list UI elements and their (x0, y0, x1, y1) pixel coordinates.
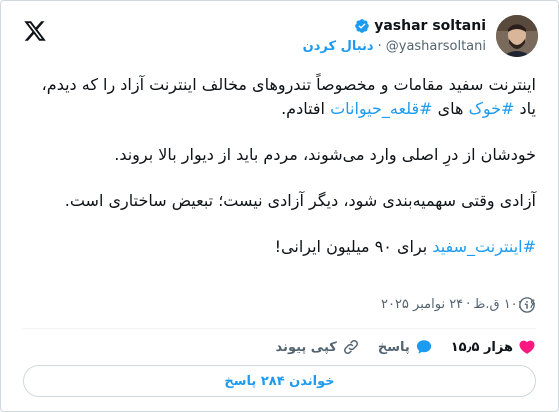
hashtag-link[interactable]: #اینترنت_سفید (432, 237, 536, 256)
tweet-timestamp[interactable]: ۱۰:۰۶ ق.ظ·۲۴ نوامبر ۲۰۲۵ (381, 297, 536, 312)
like-button[interactable]: ۱۵٫۵ هزار (451, 338, 536, 356)
info-icon[interactable] (518, 296, 536, 314)
tweet-text-segment: های (432, 99, 469, 118)
tweet-actions: ۱۵٫۵ هزار پاسخ کپی پیوند (276, 338, 536, 356)
tweet-date: ۲۴ نوامبر ۲۰۲۵ (380, 297, 464, 312)
author-display-name[interactable]: yashar soltani (374, 18, 486, 34)
tweet-text: اینترنت سفید مقامات و مخصوصاً تندروهای م… (21, 73, 536, 281)
copy-link-button[interactable]: کپی پیوند (276, 338, 360, 356)
author-name-row[interactable]: yashar soltani (354, 18, 486, 34)
x-logo-icon[interactable] (23, 19, 47, 43)
tweet-text-segment: افتادم. (281, 99, 331, 118)
follow-button[interactable]: دنبال کردن (303, 39, 374, 54)
reply-button[interactable]: پاسخ (378, 338, 433, 356)
tweet-text-segment: برای ۹۰ میلیون ایرانی! (274, 237, 433, 256)
author-handle[interactable]: @yasharsoltani (386, 39, 486, 54)
separator-dot: · (377, 39, 382, 54)
hashtag-link[interactable]: #خوک (469, 99, 515, 118)
tweet-card: yashar soltani @yasharsoltani · دنبال کر… (0, 0, 559, 412)
tweet-paragraph-2: خودشان از درِ اصلی وارد می‌شوند، مردم با… (114, 145, 536, 164)
heart-icon (519, 340, 535, 354)
tweet-paragraph-3: آزادی وقتی سهمیه‌بندی شود، دیگر آزادی نی… (64, 191, 536, 210)
tweet-paragraph-1: اینترنت سفید مقامات و مخصوصاً تندروهای م… (21, 73, 536, 121)
verified-badge-icon (355, 19, 370, 33)
hashtag-link[interactable]: #قلعه_حیوانات (330, 99, 432, 118)
like-count: ۱۵٫۵ هزار (450, 339, 513, 355)
avatar[interactable] (496, 15, 538, 57)
copy-link-label: کپی پیوند (275, 339, 337, 355)
tweet-paragraph-4: #اینترنت_سفید برای ۹۰ میلیون ایرانی! (21, 235, 536, 259)
author-sub-row: @yasharsoltani · دنبال کردن (303, 39, 486, 54)
link-icon (343, 340, 358, 354)
reply-bubble-icon (416, 340, 431, 354)
reply-label: پاسخ (377, 339, 410, 355)
meta-separator: · (466, 297, 471, 312)
divider (23, 328, 536, 329)
read-replies-button[interactable]: خواندن ۲۸۴ پاسخ (23, 365, 536, 397)
